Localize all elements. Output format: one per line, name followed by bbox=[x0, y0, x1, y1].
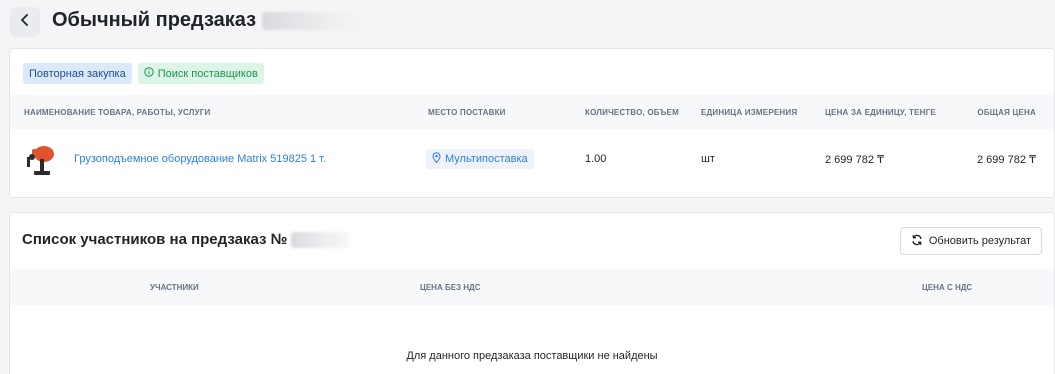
col-price-without-vat: ЦЕНА БЕЗ НДС bbox=[420, 283, 481, 292]
col-unit-price: ЦЕНА ЗА ЕДИНИЦУ, ТЕНГЕ bbox=[825, 108, 936, 117]
location-pin-icon bbox=[432, 152, 441, 166]
participants-title: Список участников на предзаказ № bbox=[22, 231, 350, 248]
redacted-preorder-number bbox=[291, 231, 350, 248]
participants-card: Список участников на предзаказ № Обновит… bbox=[9, 212, 1055, 374]
col-price-with-vat: ЦЕНА С НДС bbox=[922, 283, 973, 292]
col-total-price: ОБЩАЯ ЦЕНА bbox=[977, 108, 1036, 117]
col-product-name: НАИМЕНОВАНИЕ ТОВАРА, РАБОТЫ, УСЛУГИ bbox=[24, 108, 211, 117]
col-participants: УЧАСТНИКИ bbox=[150, 283, 199, 292]
supplier-search-label: Поиск поставщиков bbox=[157, 67, 258, 80]
refresh-icon bbox=[911, 234, 923, 249]
participants-title-text: Список участников на предзаказ № bbox=[22, 231, 288, 248]
chevron-left-icon bbox=[20, 13, 30, 31]
info-circle-icon bbox=[144, 67, 154, 80]
location-label: Мультипоставка bbox=[445, 153, 528, 165]
total-price-value: 2 699 782 ₸ bbox=[977, 154, 1036, 166]
order-details-card: Повторная закупка Поиск поставщиков НАИМ… bbox=[9, 48, 1055, 198]
page-title-text: Обычный предзаказ bbox=[52, 9, 257, 31]
refresh-label: Обновить результат bbox=[928, 235, 1031, 247]
location-link[interactable]: Мультипоставка bbox=[426, 149, 534, 169]
quantity-value: 1.00 bbox=[585, 153, 607, 165]
col-unit: ЕДИНИЦА ИЗМЕРЕНИЯ bbox=[701, 108, 798, 117]
unit-value: шт bbox=[701, 153, 715, 165]
status-badges: Повторная закупка Поиск поставщиков bbox=[23, 63, 264, 84]
refresh-button[interactable]: Обновить результат bbox=[899, 227, 1042, 255]
order-table-header: НАИМЕНОВАНИЕ ТОВАРА, РАБОТЫ, УСЛУГИ МЕСТ… bbox=[10, 95, 1054, 129]
back-button[interactable] bbox=[10, 7, 40, 37]
empty-state-message: Для данного предзаказа поставщики не най… bbox=[406, 350, 658, 362]
col-delivery-place: МЕСТО ПОСТАВКИ bbox=[428, 108, 506, 117]
supplier-search-badge: Поиск поставщиков bbox=[137, 63, 264, 84]
product-image bbox=[24, 139, 60, 179]
table-row: Грузоподъемное оборудование Matrix 51982… bbox=[10, 129, 1054, 189]
unit-price-value: 2 699 782 ₸ bbox=[825, 154, 884, 166]
redacted-order-number bbox=[262, 11, 373, 30]
product-link[interactable]: Грузоподъемное оборудование Matrix 51982… bbox=[74, 153, 326, 165]
page-title: Обычный предзаказ bbox=[52, 9, 373, 32]
repeat-purchase-badge: Повторная закупка bbox=[23, 63, 132, 84]
participants-table-header: УЧАСТНИКИ ЦЕНА БЕЗ НДС ЦЕНА С НДС bbox=[10, 269, 1054, 305]
col-quantity: КОЛИЧЕСТВО, ОБЪЕМ bbox=[585, 108, 679, 117]
